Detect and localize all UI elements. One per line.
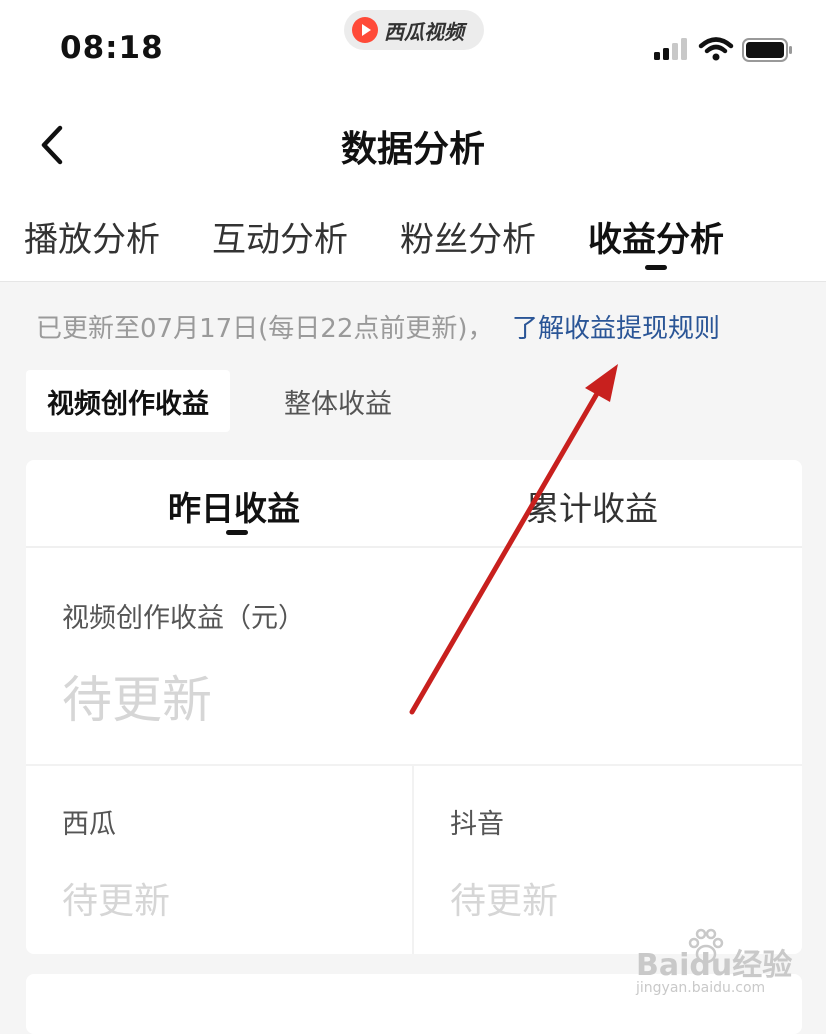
- xigua-value: 待更新: [62, 881, 171, 922]
- watermark-text: Baidu经验: [636, 948, 793, 983]
- watermark-url: jingyan.baidu.com: [636, 980, 766, 996]
- signal-icon: [654, 38, 687, 60]
- subtab-overall-revenue[interactable]: 整体收益: [250, 370, 426, 432]
- active-tab-indicator: [645, 265, 667, 270]
- wifi-icon: [698, 37, 734, 61]
- douyin-label: 抖音: [450, 809, 504, 840]
- update-notice: 已更新至07月17日(每日22点前更新)，: [36, 314, 494, 344]
- tab-interaction-analysis[interactable]: 互动分析: [212, 212, 348, 261]
- tab-revenue-analysis[interactable]: 收益分析: [588, 212, 724, 261]
- category-tabs: 播放分析 互动分析 粉丝分析 收益分析: [0, 212, 826, 272]
- header-divider: [0, 281, 826, 282]
- app-name: 西瓜视频: [384, 19, 464, 44]
- tabs-scroll-fade: [745, 196, 826, 282]
- breakdown-divider: [26, 764, 802, 766]
- period-tab-indicator: [226, 530, 248, 535]
- app-return-pill[interactable]: 西瓜视频: [344, 10, 484, 50]
- metric-label: 视频创作收益（元）: [62, 603, 305, 634]
- app-logo-icon: [352, 17, 378, 43]
- breakdown-column-divider: [412, 766, 414, 954]
- tab-cumulative-revenue[interactable]: 累计收益: [526, 482, 658, 530]
- tab-yesterday-revenue[interactable]: 昨日收益: [168, 482, 300, 530]
- revenue-rules-link[interactable]: 了解收益提现规则: [512, 308, 720, 345]
- status-time: 08:18: [60, 30, 164, 66]
- douyin-value: 待更新: [450, 881, 559, 922]
- tab-fans-analysis[interactable]: 粉丝分析: [400, 212, 536, 261]
- metric-value: 待更新: [62, 671, 212, 729]
- xigua-label: 西瓜: [62, 809, 116, 840]
- subtab-video-creation-revenue[interactable]: 视频创作收益: [26, 370, 230, 432]
- battery-icon: [742, 38, 792, 62]
- baidu-watermark: Baidu经验 jingyan.baidu.com: [636, 928, 796, 1000]
- card-divider: [26, 546, 802, 548]
- page-title: 数据分析: [340, 129, 485, 170]
- tab-playback-analysis[interactable]: 播放分析: [24, 212, 160, 261]
